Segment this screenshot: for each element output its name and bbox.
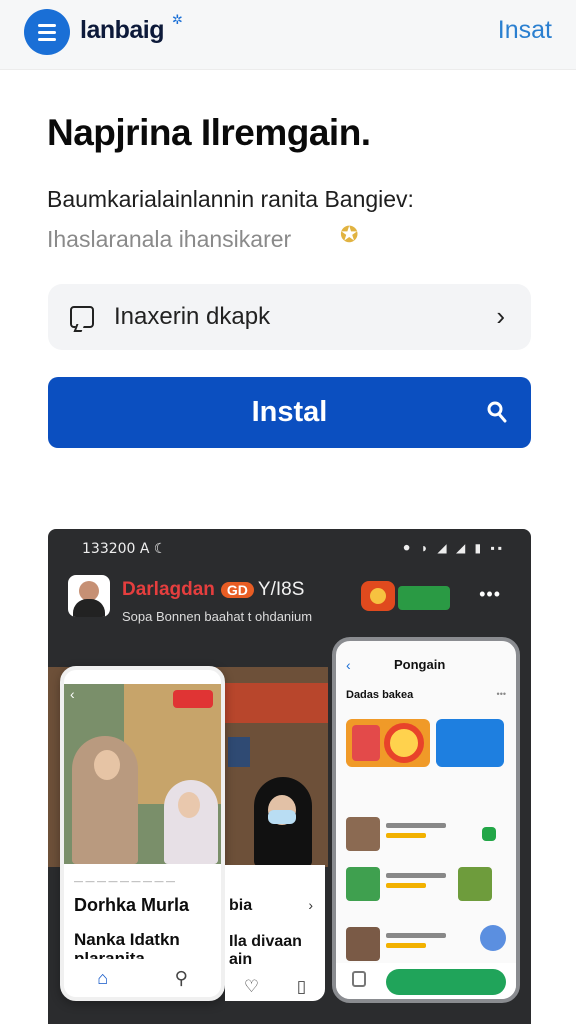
chevron-right-icon: › bbox=[496, 301, 505, 331]
home-icon: ⌂ bbox=[97, 967, 109, 988]
green-badge bbox=[398, 586, 450, 610]
details-row-label: Inaxerin dkapk bbox=[114, 303, 271, 330]
back-arrow-icon: ‹ bbox=[70, 686, 75, 702]
card-meta: — — — — — — — — — bbox=[74, 876, 176, 886]
book-icon: ▯ bbox=[296, 977, 307, 996]
install-button[interactable]: Instal bbox=[48, 377, 531, 448]
app-header: lanbaig ✲ Insat bbox=[0, 0, 576, 70]
details-row[interactable]: Inaxerin dkapk › bbox=[48, 284, 531, 350]
search-icon: ⚲ bbox=[174, 967, 188, 988]
app-tile bbox=[346, 719, 430, 767]
status-time: 133200 A ☾ bbox=[82, 541, 167, 557]
side-card-description: Ila divaan ain bbox=[229, 933, 302, 968]
menu-button[interactable] bbox=[24, 9, 70, 55]
lock-icon bbox=[352, 971, 366, 987]
header-install-link[interactable]: Insat bbox=[498, 16, 552, 45]
gear-icon: ✲ bbox=[172, 12, 183, 27]
phone-mockup-right: ‹ Pongain Dadas bakea ••• bbox=[332, 637, 520, 1003]
section-title: Dadas bakea bbox=[346, 689, 414, 701]
chat-fab bbox=[480, 925, 506, 951]
feed-subtitle: Sopa Bonnen baahat t ohdanium bbox=[122, 609, 313, 624]
back-arrow-icon: ‹ bbox=[346, 657, 351, 673]
side-card-name: bia bbox=[229, 897, 253, 914]
app-preview-screenshot: 133200 A ☾ ⚫ ◗ ◢ ◢ ▮ ▪▪ Darlagdan GD Y/I8S… bbox=[48, 529, 531, 1024]
bottom-nav: ♡ ▯ bbox=[225, 977, 325, 997]
search-icon bbox=[487, 401, 507, 423]
phone-mockup-left: ‹ — — — — — — — — — Dorhka Murla Nanka I… bbox=[60, 666, 225, 1001]
page-subtitle-secondary: Ihaslaranala ihansikarer bbox=[47, 226, 292, 252]
feed-badge: GD bbox=[220, 582, 254, 598]
page-title: Napjrina Ilremgain. bbox=[47, 112, 371, 153]
page-subtitle: Baumkarialainlannin ranita Bangiev: bbox=[47, 186, 414, 212]
message-icon bbox=[70, 306, 94, 328]
nav-pill bbox=[386, 969, 506, 995]
side-card: bia › Ila divaan ain ♡ ▯ bbox=[225, 865, 325, 1001]
bottom-nav: ⌂ ⚲ bbox=[64, 959, 221, 997]
app-icon bbox=[361, 581, 395, 611]
status-icons: ⚫ ◗ ◢ ◢ ▮ ▪▪ bbox=[401, 541, 505, 555]
more-icon: ••• bbox=[496, 689, 506, 699]
heart-icon: ♡ bbox=[243, 977, 260, 996]
menu-icon bbox=[38, 23, 56, 27]
app-tile bbox=[436, 719, 504, 767]
phone-title: Pongain bbox=[394, 657, 446, 672]
bottom-nav bbox=[336, 963, 516, 999]
sparkle-face-icon: ✪ bbox=[340, 222, 359, 247]
chevron-right-icon: › bbox=[308, 897, 313, 913]
feed-title: Darlagdan GD Y/I8S bbox=[122, 579, 305, 600]
brand-logo: lanbaig bbox=[80, 16, 165, 44]
avatar bbox=[68, 575, 110, 617]
card-name: Dorhka Murla bbox=[74, 895, 190, 915]
more-icon: ••• bbox=[479, 584, 501, 604]
list-item bbox=[346, 817, 506, 857]
install-button-label: Instal bbox=[251, 396, 328, 428]
list-item bbox=[346, 867, 506, 907]
photo-two-women bbox=[64, 684, 221, 864]
